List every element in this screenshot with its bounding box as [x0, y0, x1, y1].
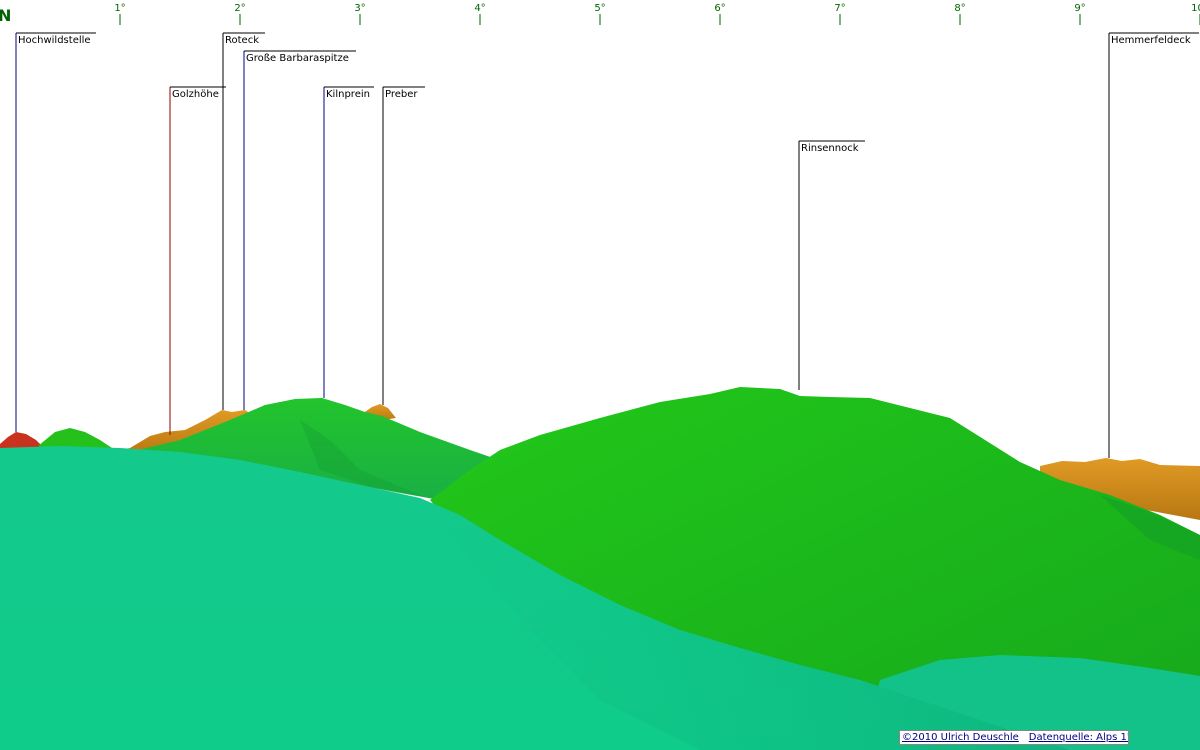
degree-tick-label: 7°: [834, 3, 845, 14]
degree-scale: 1° 2° 3° 4° 5° 6° 7° 8° 9° 10°: [114, 3, 1200, 25]
degree-tick-label: 2°: [234, 3, 245, 14]
terrain: [0, 387, 1200, 750]
peak-label[interactable]: Roteck: [225, 35, 259, 46]
cardinal-north-label: N: [0, 6, 11, 25]
peak-label[interactable]: Große Barbaraspitze: [246, 53, 349, 64]
degree-tick-label: 8°: [954, 3, 965, 14]
peak-label[interactable]: Kilnprein: [326, 89, 370, 100]
peak-labels: Hochwildstelle Golzhöhe Roteck Große Barbar…: [15, 32, 1199, 458]
credits-bar: ©2010 Ulrich Deuschle Datenquelle: Alps 1…: [899, 730, 1129, 745]
degree-tick-label: 4°: [474, 3, 485, 14]
peak-label[interactable]: Hemmerfeldeck: [1111, 35, 1191, 46]
degree-tick-label: 5°: [594, 3, 605, 14]
peak-label[interactable]: Golzhöhe: [172, 89, 219, 100]
peak-label[interactable]: Rinsennock: [801, 143, 859, 154]
degree-tick-label: 1°: [114, 3, 125, 14]
degree-tick-label: 3°: [354, 3, 365, 14]
peak-label[interactable]: Hochwildstelle: [18, 35, 91, 46]
data-source-link[interactable]: Datenquelle: Alps 1": [1029, 732, 1128, 743]
peak-label[interactable]: Preber: [385, 89, 418, 100]
degree-tick-label: 9°: [1074, 3, 1085, 14]
degree-tick-label: 6°: [714, 3, 725, 14]
copyright-link[interactable]: ©2010 Ulrich Deuschle: [902, 732, 1019, 743]
panorama-view: 1° 2° 3° 4° 5° 6° 7° 8° 9° 10° N Hochwildstelle Go…: [0, 3, 1200, 750]
degree-tick-label: 10°: [1191, 3, 1200, 14]
